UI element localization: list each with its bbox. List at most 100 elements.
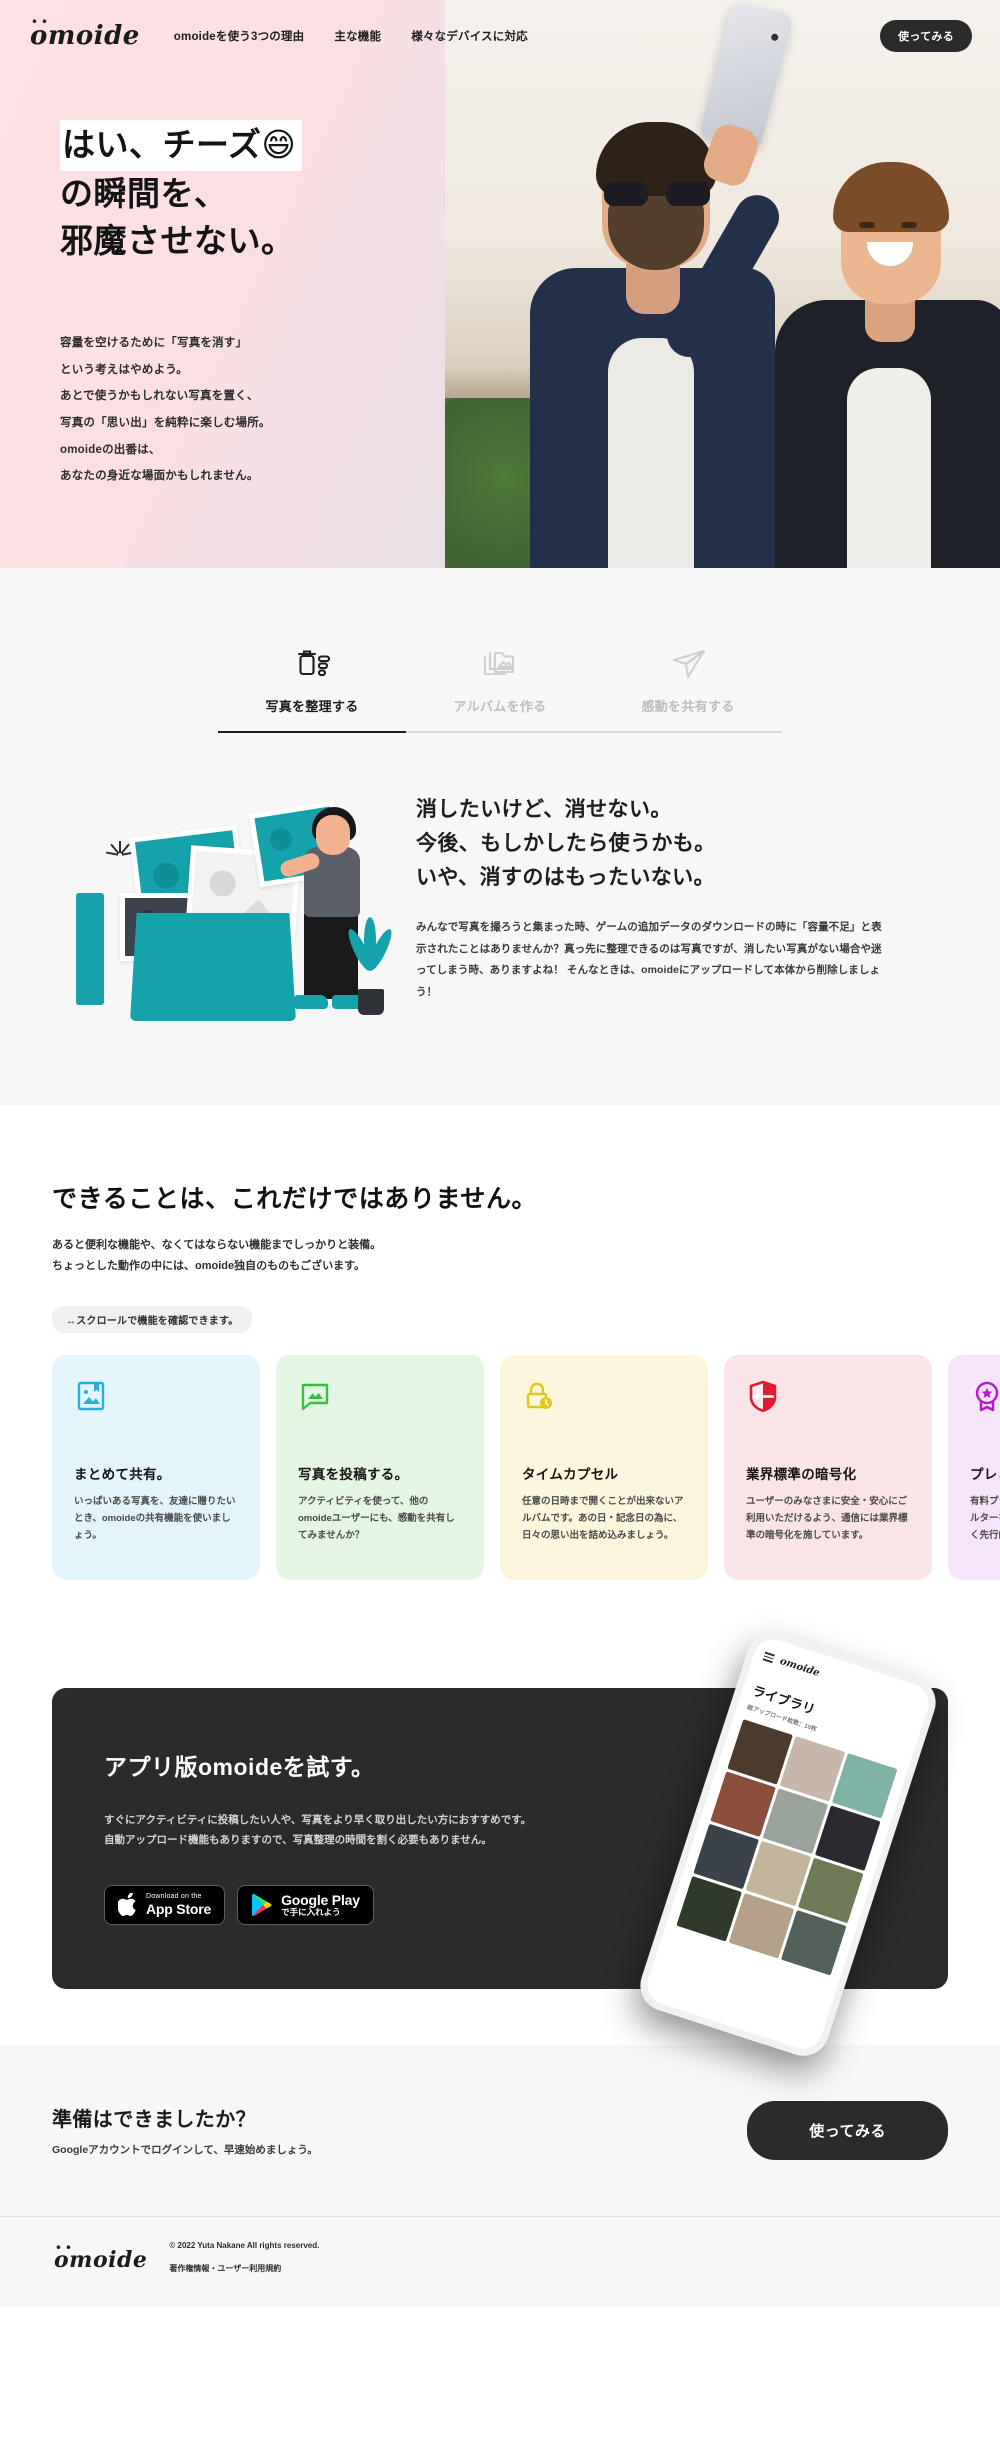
bookmark-image-icon bbox=[74, 1379, 238, 1449]
tab-organize-photos[interactable]: 写真を整理する bbox=[218, 632, 406, 733]
features-section: できることは、これだけではありません。 あると便利な機能や、なくてはならない機能… bbox=[0, 1105, 1000, 1640]
card-body: アクティビティを使って、他のomoideユーザーにも、感動を共有してみませんか？ bbox=[298, 1495, 455, 1541]
illustration-plant bbox=[344, 911, 396, 1015]
feature-heading-line2: 今後、もしかしたら使うかも。 bbox=[416, 832, 716, 856]
feature-heading-line1: 消したいけど、消せない。 bbox=[416, 798, 672, 821]
features-lead-line1: あると便利な機能や、なくてはならない機能までしっかりと装備。 bbox=[52, 1239, 382, 1251]
scroll-hint-badge: ↔スクロールで機能を確認できます。 bbox=[52, 1305, 253, 1333]
feature-card-timecapsule[interactable]: タイムカプセル 任意の日時まで開くことが出来ないアルバムです。あの日・記念日の為… bbox=[500, 1354, 708, 1580]
ready-heading: 準備はできましたか？ bbox=[52, 2109, 256, 2132]
feature-tabs: 写真を整理する アルバムを作る 感動を共有する bbox=[0, 632, 1000, 733]
google-play-big-label: Google Play bbox=[281, 1891, 360, 1908]
footer-text: © 2022 Yuta Nakane All rights reserved. … bbox=[169, 2239, 319, 2281]
card-title: プレミアム bbox=[970, 1466, 1000, 1482]
phone-app-logo: omoide bbox=[778, 1655, 821, 1679]
tab-share-emotion[interactable]: 感動を共有する bbox=[594, 632, 782, 733]
hero-sub-line3: あとで使うかもしれない写真を置く、 bbox=[60, 390, 259, 403]
trash-icon bbox=[218, 632, 406, 696]
card-body: 任意の日時まで開くことが出来ないアルバムです。あの日・記念日の為に、日々の思い出… bbox=[522, 1495, 684, 1541]
paper-plane-icon bbox=[594, 632, 782, 696]
google-play-icon bbox=[252, 1893, 272, 1916]
tab-label: アルバムを作る bbox=[453, 699, 547, 714]
tab-label: 感動を共有する bbox=[641, 699, 735, 714]
nav-item-reasons[interactable]: omoideを使う3つの理由 bbox=[174, 28, 305, 44]
feature-cards-carousel[interactable]: まとめて共有。 いっぱいある写真を、友達に贈りたいとき、omoideの共有機能を… bbox=[0, 1354, 1000, 1580]
hero-section: omoide omoideを使う3つの理由 主な機能 様々なデバイスに対応 使っ… bbox=[0, 0, 1000, 568]
hero-sub-line5: omoideの出番は、 bbox=[60, 443, 161, 456]
phone-screen: omoide ライブラリ 総アップロード枚数：10枚 bbox=[642, 1634, 934, 2054]
app-store-small-label: Download on the bbox=[146, 1892, 202, 1900]
feature-card-share[interactable]: まとめて共有。 いっぱいある写真を、友達に贈りたいとき、omoideの共有機能を… bbox=[52, 1354, 260, 1580]
app-promo-box: アプリ版omoideを試す。 すぐにアクティビティに投稿したい人や、写真をより早… bbox=[52, 1625, 948, 2063]
app-promo-body-line1: すぐにアクティビティに投稿したい人や、写真をより早く取り出したい方におすすめです… bbox=[104, 1813, 532, 1826]
card-body: いっぱいある写真を、友達に贈りたいとき、omoideの共有機能を使いましょう。 bbox=[74, 1495, 236, 1541]
feature-card-post[interactable]: 写真を投稿する。 アクティビティを使って、他のomoideユーザーにも、感動を共… bbox=[276, 1354, 484, 1580]
ready-try-button[interactable]: 使ってみる bbox=[747, 2100, 948, 2160]
person-woman-smiling bbox=[775, 138, 1000, 568]
app-promo-section: アプリ版omoideを試す。 すぐにアクティビティに投稿したい人や、写真をより早… bbox=[0, 1625, 1000, 2063]
nav-item-devices[interactable]: 様々なデバイスに対応 bbox=[411, 28, 528, 44]
card-title: 業界標準の暗号化 bbox=[746, 1466, 857, 1482]
hero-sub-line4: 写真の「思い出」を純粋に楽しむ場所。 bbox=[60, 417, 271, 430]
woman-eye-left bbox=[859, 222, 875, 228]
hero-photo bbox=[445, 0, 1000, 568]
feature-detail-block: 消したいけど、消せない。 今後、もしかしたら使うかも。 いや、消すのはもったいな… bbox=[0, 733, 1000, 1105]
hamburger-menu-icon bbox=[762, 1651, 775, 1663]
woman-eye-right bbox=[901, 222, 917, 228]
card-title: まとめて共有。 bbox=[74, 1466, 171, 1482]
google-play-badge[interactable]: Google Play で手に入れよう bbox=[237, 1884, 374, 1925]
illustration-folder-back bbox=[76, 893, 104, 1005]
card-body: ユーザーのみなさまに安全・安心にご利用いただけるよう、通信には業界標準の暗号化を… bbox=[746, 1495, 908, 1541]
tab-create-album[interactable]: アルバムを作る bbox=[406, 632, 594, 733]
folder-image-icon bbox=[406, 632, 594, 696]
hero-title-line3: 邪魔させない。 bbox=[60, 221, 295, 259]
card-title: 写真を投稿する。 bbox=[298, 1466, 409, 1482]
feature-body-text: みんなで写真を撮ろうと集まった時、ゲームの追加データのダウンロードの時に「容量不… bbox=[416, 921, 882, 998]
feature-detail-copy: 消したいけど、消せない。 今後、もしかしたら使うかも。 いや、消すのはもったいな… bbox=[416, 785, 948, 1003]
hero-sub-line1: 容量を空けるために「写真を消す」 bbox=[60, 337, 248, 349]
card-body: 有料プランに加入すると、写真にフィルターをかけたり、最新機能をいち早く先行的に試… bbox=[970, 1495, 1000, 1541]
app-store-badge[interactable]: Download on the App Store bbox=[104, 1884, 226, 1925]
man-sunglasses bbox=[602, 182, 712, 206]
features-lead-line2: ちょっとした動作の中には、omoide独自のものもございます。 bbox=[52, 1260, 366, 1273]
tab-label: 写真を整理する bbox=[265, 699, 359, 714]
ready-cta-section: 準備はできましたか？ Googleアカウントでログインして、早速始めましょう。 … bbox=[0, 2044, 1000, 2216]
illustration-folder-front bbox=[130, 913, 296, 1021]
person-legs bbox=[304, 907, 358, 999]
footer-logo[interactable]: omoide bbox=[52, 2235, 147, 2273]
logo[interactable]: omoide bbox=[28, 9, 140, 51]
hero-sub-line6: あなたの身近な場面かもしれません。 bbox=[60, 470, 259, 483]
main-nav: omoideを使う3つの理由 主な機能 様々なデバイスに対応 bbox=[174, 28, 528, 44]
woman-top bbox=[847, 368, 931, 568]
feature-card-encryption[interactable]: 業界標準の暗号化 ユーザーのみなさまに安全・安心にご利用いただけるよう、通信には… bbox=[724, 1354, 932, 1580]
feature-card-premium[interactable]: プレミアム 有料プランに加入すると、写真にフィルターをかけたり、最新機能をいち早… bbox=[948, 1354, 1000, 1580]
award-star-icon bbox=[970, 1379, 1000, 1449]
top-navigation-bar: omoide omoideを使う3つの理由 主な機能 様々なデバイスに対応 使っ… bbox=[0, 0, 1000, 72]
hero-title-line2: の瞬間を、 bbox=[60, 174, 228, 212]
app-promo-body-line2: 自動アップロード機能もありますので、写真整理の時間を割く必要もありません。 bbox=[104, 1834, 492, 1847]
nav-item-features[interactable]: 主な機能 bbox=[334, 28, 381, 44]
woman-hair-top bbox=[833, 162, 949, 232]
plant-pot bbox=[358, 989, 384, 1015]
person-head bbox=[316, 815, 350, 855]
hero-title-line1: はい、チーズ😄 bbox=[60, 120, 303, 171]
person-shoe-left bbox=[294, 995, 328, 1009]
card-title: タイムカプセル bbox=[522, 1466, 619, 1482]
organize-photos-illustration bbox=[52, 785, 396, 1025]
feature-tabs-section: 写真を整理する アルバムを作る 感動を共有する 消したいけど、消せない。 今後、… bbox=[0, 568, 1000, 1105]
header-try-button[interactable]: 使ってみる bbox=[880, 20, 972, 52]
feature-heading-line3: いや、消すのはもったいない。 bbox=[416, 866, 715, 890]
lock-clock-icon bbox=[522, 1379, 686, 1449]
footer-links[interactable]: 著作権情報・ユーザー利用規約 bbox=[169, 2264, 281, 2273]
google-play-small-label: で手に入れよう bbox=[281, 1906, 341, 1917]
site-footer: omoide © 2022 Yuta Nakane All rights res… bbox=[0, 2215, 1000, 2307]
person-man-taking-selfie bbox=[530, 0, 794, 568]
hero-headline: はい、チーズ😄 の瞬間を、 邪魔させない。 bbox=[60, 120, 303, 265]
ready-subtext: Googleアカウントでログインして、早速始めましょう。 bbox=[52, 2144, 318, 2157]
hero-sub-line2: という考えはやめよう。 bbox=[60, 363, 189, 376]
ready-copy: 準備はできましたか？ Googleアカウントでログインして、早速始めましょう。 bbox=[52, 2103, 318, 2157]
apple-icon bbox=[118, 1892, 136, 1916]
comment-image-icon bbox=[298, 1379, 462, 1449]
landing-page: omoide omoideを使う3つの理由 主な機能 様々なデバイスに対応 使っ… bbox=[0, 0, 1000, 2307]
app-store-big-label: App Store bbox=[146, 1900, 212, 1917]
